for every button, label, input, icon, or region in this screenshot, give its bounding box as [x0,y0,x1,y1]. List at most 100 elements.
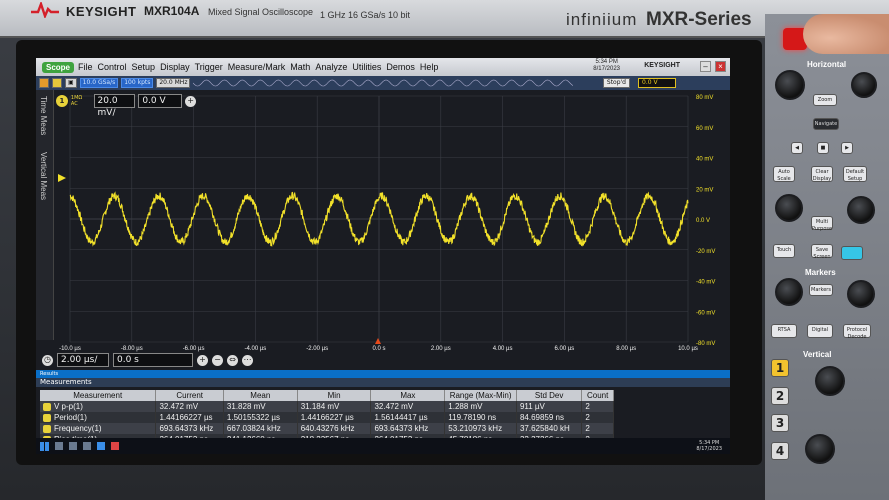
zoom-in-icon[interactable]: + [197,354,208,366]
clear-display-button[interactable]: Clear Display [811,166,833,182]
menu-display[interactable]: Display [160,62,190,72]
cell-std-dev: 37.625840 kH [516,423,583,434]
col-max[interactable]: Max [370,390,446,401]
table-row[interactable]: Frequency(1) 693.64373 kHz 667.03824 kHz… [40,423,614,434]
pan-icon[interactable]: ⇔ [227,354,238,366]
cell-range: 119.78190 ns [444,412,517,423]
minimize-button[interactable]: – [700,61,711,72]
markers-label: Markers [805,268,836,277]
menu-setup[interactable]: Setup [132,62,156,72]
y-tick-labels: 80 mV 60 mV 40 mV 20 mV 0.0 V -20 mV -40 mV -60… [696,95,715,347]
results-bar[interactable]: Results [36,370,730,378]
acquire-icon[interactable]: ▣ [65,78,77,88]
col-mean[interactable]: Mean [223,390,298,401]
task-view-icon[interactable] [69,442,77,450]
measurements-title[interactable]: Measurements [36,378,730,387]
protocol-decode-button[interactable]: Protocol Decode [843,324,871,340]
vertical-scale-knob[interactable] [815,366,845,396]
rtsa-button[interactable]: RTSA [771,324,797,338]
zoom-button[interactable]: Zoom [813,94,837,106]
horizontal-options-icon[interactable]: ⋯ [242,354,253,366]
memory-depth-field[interactable]: 100 kpts [121,78,154,88]
menu-help[interactable]: Help [420,62,439,72]
channel1-scale-field[interactable]: 20.0 mV/ [93,94,136,118]
menu-demos[interactable]: Demos [386,62,415,72]
horizontal-scale-knob[interactable] [775,70,805,100]
sample-rate-field[interactable]: 10.0 GSa/s [79,78,119,88]
single-icon[interactable] [52,78,62,88]
file-explorer-icon[interactable] [83,442,91,450]
y-tick-label: 20 mV [696,187,713,193]
col-min[interactable]: Min [297,390,372,401]
markers-button[interactable]: Markers [809,284,833,296]
col-range[interactable]: Range (Max-Min) [444,390,517,401]
infiniium-app-icon[interactable] [111,442,119,450]
channel4-button[interactable]: 4 [771,442,789,460]
cell-current: 32.472 mV [155,401,224,412]
timebase-icon[interactable]: ◷ [42,354,53,366]
channel1-button[interactable]: 1 [771,359,789,377]
vertical-offset-knob[interactable] [805,434,835,464]
menu-utilities[interactable]: Utilities [352,62,381,72]
waveform-graticule[interactable]: 80 mV 60 mV 40 mV 20 mV 0.0 V -20 mV -40 mV -60… [36,90,730,352]
zoom-out-icon[interactable]: − [212,354,223,366]
cell-std-dev: 911 µV [516,401,583,412]
trigger-level-field[interactable]: 0.0 V [638,78,676,88]
close-button[interactable]: × [715,61,726,72]
marker-b-knob[interactable] [847,280,875,308]
marker-a-knob[interactable] [775,278,803,306]
menu-trigger[interactable]: Trigger [195,62,223,72]
y-tick-label: 40 mV [696,157,713,163]
horizontal-position-knob[interactable] [851,72,877,98]
trigger-mode-badge[interactable]: Stop'd [602,78,630,88]
scope-tab[interactable]: Scope [42,61,75,73]
multi-purpose-button[interactable]: Multi Purpose [811,216,833,232]
auto-scale-button[interactable]: Auto Scale [773,166,795,182]
default-setup-button[interactable]: Default Setup [843,166,867,182]
y-tick-label: -40 mV [696,280,715,286]
table-row[interactable]: Period(1) 1.44166227 µs 1.50155322 µs 1.… [40,412,614,423]
nav-back-button[interactable]: ◀ [791,142,803,154]
touch-button[interactable]: Touch [773,244,795,258]
channel1-offset-field[interactable]: 0.0 V [138,94,183,108]
digital-button[interactable]: Digital [807,324,833,338]
col-count[interactable]: Count [581,390,614,401]
browser-icon[interactable] [97,442,105,450]
col-current[interactable]: Current [155,390,224,401]
general-knob-right[interactable] [847,196,875,224]
col-measurement[interactable]: Measurement [40,390,157,401]
table-row[interactable]: V p-p(1) 32.472 mV 31.828 mV 31.184 mV 3… [40,401,614,412]
cyan-mode-button[interactable] [841,246,863,260]
time-scale-field[interactable]: 2.00 µs/ [57,353,109,367]
menu-measure-mark[interactable]: Measure/Mark [228,62,286,72]
nav-forward-button[interactable]: ▶ [841,142,853,154]
run-stop-icon[interactable] [39,78,49,88]
general-knob-left[interactable] [775,194,803,222]
menu-math[interactable]: Math [290,62,310,72]
add-channel-icon[interactable]: + [185,95,196,107]
save-screen-button[interactable]: Save Screen [811,244,833,260]
trigger-position-marker-icon [375,338,381,344]
cell-range: 53.210973 kHz [444,423,517,434]
measurement-label: V p-p(1) [54,402,83,411]
windows-start-icon[interactable] [40,441,49,451]
status-time: 5:34 PM [595,59,618,65]
cell-max: 1.56144417 µs [370,412,446,423]
time-delay-field[interactable]: 0.0 s [113,353,193,367]
bandwidth-field[interactable]: 20.0 MHz [156,78,191,88]
menu-control[interactable]: Control [98,62,127,72]
navigate-button[interactable]: Navigate [813,118,839,130]
channel3-button[interactable]: 3 [771,414,789,432]
channel2-button[interactable]: 2 [771,387,789,405]
menu-analyze[interactable]: Analyze [315,62,347,72]
measurement-name: V p-p(1) [40,401,157,412]
channel1-badge[interactable]: 1 [56,95,68,107]
menu-file[interactable]: File [78,62,93,72]
cell-mean: 1.50155322 µs [223,412,298,423]
acquisition-toolbar: ▣ 10.0 GSa/s 100 kpts 20.0 MHz Stop'd 0.… [36,76,730,90]
nav-stop-button[interactable]: ■ [817,142,829,154]
taskbar-clock[interactable]: 5:34 PM 8/17/2023 [696,440,722,452]
cell-max: 693.64373 kHz [370,423,446,434]
search-icon[interactable] [55,442,63,450]
col-std-dev[interactable]: Std Dev [516,390,583,401]
